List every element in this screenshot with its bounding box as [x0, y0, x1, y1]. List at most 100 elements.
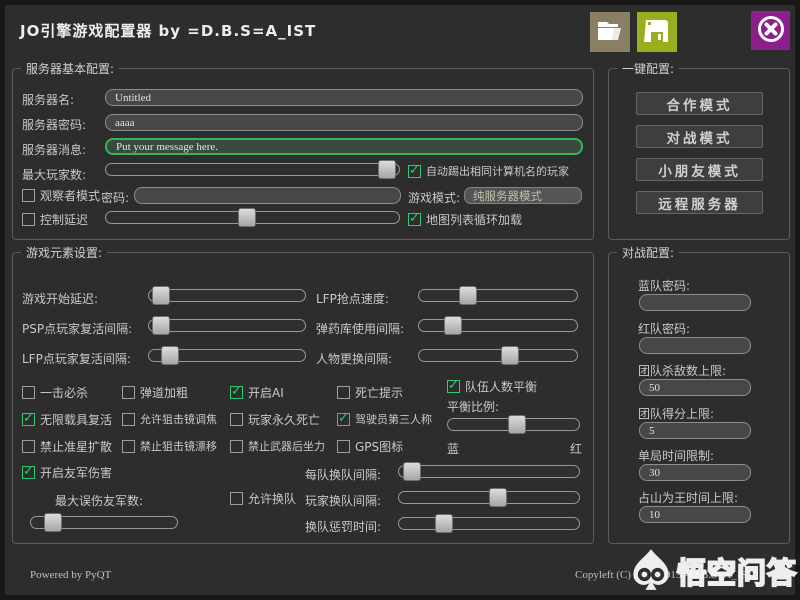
slider-handle[interactable]: [378, 160, 396, 179]
slider-handle[interactable]: [152, 316, 170, 335]
server-name-label: 服务器名:: [22, 91, 74, 108]
checkbox-label: 弹道加粗: [140, 384, 188, 401]
king-of-hill-time-label: 占山为王时间上限:: [638, 489, 738, 506]
lfp-capture-speed-slider[interactable]: [418, 289, 578, 302]
character-change-slider[interactable]: [418, 349, 578, 362]
lfp-respawn-slider[interactable]: [148, 349, 306, 362]
slider-handle[interactable]: [152, 286, 170, 305]
control-delay-slider[interactable]: [105, 211, 400, 224]
checkbox-label: 一击必杀: [40, 384, 88, 401]
red-password-input[interactable]: [639, 337, 751, 354]
kids-mode-button[interactable]: 小朋友模式: [636, 158, 763, 181]
checkbox-observer-mode[interactable]: 观察者模式: [22, 187, 100, 204]
versus-mode-button[interactable]: 对战模式: [636, 125, 763, 148]
checkbox-enable-ai[interactable]: 开启AI: [230, 384, 284, 401]
red-password-label: 红队密码:: [638, 320, 690, 337]
checkbox-control-delay[interactable]: 控制延迟: [22, 211, 88, 228]
group-title: 对战配置:: [617, 244, 679, 261]
checkbox-one-hit-kill[interactable]: 一击必杀: [22, 384, 88, 401]
king-of-hill-time-input[interactable]: [639, 506, 751, 523]
balance-ratio-slider[interactable]: [447, 418, 580, 431]
checkbox-label: 允许狙击镜调焦: [140, 411, 217, 427]
checkbox-label: 开启友军伤害: [40, 464, 112, 481]
server-password-input[interactable]: [105, 114, 583, 131]
checkbox-box: [230, 492, 243, 505]
slider-handle[interactable]: [161, 346, 179, 365]
observer-password-input[interactable]: [134, 187, 401, 204]
checkbox-box: [22, 213, 35, 226]
checkbox-label: 观察者模式: [40, 187, 100, 204]
coop-mode-button[interactable]: 合作模式: [636, 92, 763, 115]
checkbox-gps-icon[interactable]: GPS图标: [337, 438, 403, 455]
team-kill-limit-label: 团队杀敌数上限:: [638, 362, 726, 379]
folder-open-icon: [596, 19, 624, 46]
checkbox-team-balance[interactable]: 队伍人数平衡: [447, 378, 537, 395]
wukong-spade-logo-icon: [629, 547, 673, 595]
remote-server-button[interactable]: 远程服务器: [636, 191, 763, 214]
checkbox-kick-same-name[interactable]: 自动踢出相同计算机名的玩家: [408, 163, 569, 179]
ammo-depot-interval-label: 弹药库使用间隔:: [316, 320, 404, 337]
slider-handle[interactable]: [435, 514, 453, 533]
slider-handle[interactable]: [44, 513, 62, 532]
switch-penalty-slider[interactable]: [398, 517, 580, 530]
slider-handle[interactable]: [501, 346, 519, 365]
blue-password-input[interactable]: [639, 294, 751, 311]
checkbox-label: 禁止武器后坐力: [248, 438, 325, 454]
checkbox-map-loop[interactable]: 地图列表循环加载: [408, 211, 522, 228]
slider-handle[interactable]: [508, 415, 526, 434]
checkbox-friendly-fire[interactable]: 开启友军伤害: [22, 464, 112, 481]
floppy-save-icon: [644, 18, 670, 47]
player-switch-interval-slider[interactable]: [398, 491, 580, 504]
checkbox-box: [408, 165, 421, 178]
max-friendly-kills-slider[interactable]: [30, 516, 178, 529]
checkbox-death-notice[interactable]: 死亡提示: [337, 384, 403, 401]
team-switch-interval-label: 每队换队间隔:: [305, 466, 381, 483]
checkbox-box: [122, 386, 135, 399]
watermark-text: 悟空问答: [677, 550, 797, 592]
server-name-input[interactable]: [105, 89, 583, 106]
checkbox-thick-tracer[interactable]: 弹道加粗: [122, 384, 188, 401]
checkbox-box: [408, 213, 421, 226]
game-mode-select[interactable]: 纯服务器模式: [464, 187, 582, 204]
server-message-input[interactable]: [105, 138, 583, 155]
checkbox-no-recoil[interactable]: 禁止武器后坐力: [230, 438, 325, 454]
checkbox-permanent-death[interactable]: 玩家永久死亡: [230, 411, 320, 428]
slider-handle[interactable]: [403, 462, 421, 481]
slider-handle[interactable]: [444, 316, 462, 335]
game-mode-value: 纯服务器模式: [473, 188, 542, 204]
lfp-respawn-label: LFP点玩家复活间隔:: [22, 350, 131, 367]
checkbox-unlimited-vehicle-respawn[interactable]: 无限载具复活: [22, 411, 112, 428]
checkbox-scope-zoom[interactable]: 允许狙击镜调焦: [122, 411, 217, 427]
round-time-limit-label: 单局时间限制:: [638, 447, 714, 464]
checkbox-label: 自动踢出相同计算机名的玩家: [426, 163, 569, 179]
checkbox-label: 开启AI: [248, 384, 284, 401]
slider-handle[interactable]: [459, 286, 477, 305]
player-switch-interval-label: 玩家换队间隔:: [305, 492, 381, 509]
checkbox-driver-third-person[interactable]: 驾驶员第三人称: [337, 411, 432, 427]
round-time-limit-input[interactable]: [639, 464, 751, 481]
max-players-label: 最大玩家数:: [22, 166, 86, 183]
team-kill-limit-input[interactable]: [639, 379, 751, 396]
slider-handle[interactable]: [238, 208, 256, 227]
slider-handle[interactable]: [489, 488, 507, 507]
game-start-delay-slider[interactable]: [148, 289, 306, 302]
checkbox-no-crosshair-spread[interactable]: 禁止准星扩散: [22, 438, 112, 455]
team-switch-interval-slider[interactable]: [398, 465, 580, 478]
save-button[interactable]: [637, 12, 677, 52]
checkbox-label: 玩家永久死亡: [248, 411, 320, 428]
checkbox-box: [22, 189, 35, 202]
blue-team-label: 蓝: [447, 440, 459, 457]
open-file-button[interactable]: [590, 12, 630, 52]
max-players-slider[interactable]: [105, 163, 400, 176]
checkbox-box: [22, 466, 35, 479]
psp-respawn-slider[interactable]: [148, 319, 306, 332]
checkbox-allow-team-switch[interactable]: 允许换队: [230, 490, 296, 507]
ammo-depot-interval-slider[interactable]: [418, 319, 578, 332]
checkbox-no-scope-drift[interactable]: 禁止狙击镜漂移: [122, 438, 217, 454]
team-score-limit-input[interactable]: [639, 422, 751, 439]
checkbox-label: 死亡提示: [355, 384, 403, 401]
checkbox-label: 地图列表循环加载: [426, 211, 522, 228]
checkbox-box: [447, 380, 460, 393]
watermark: 悟空问答: [629, 547, 797, 595]
close-button[interactable]: [751, 11, 790, 50]
